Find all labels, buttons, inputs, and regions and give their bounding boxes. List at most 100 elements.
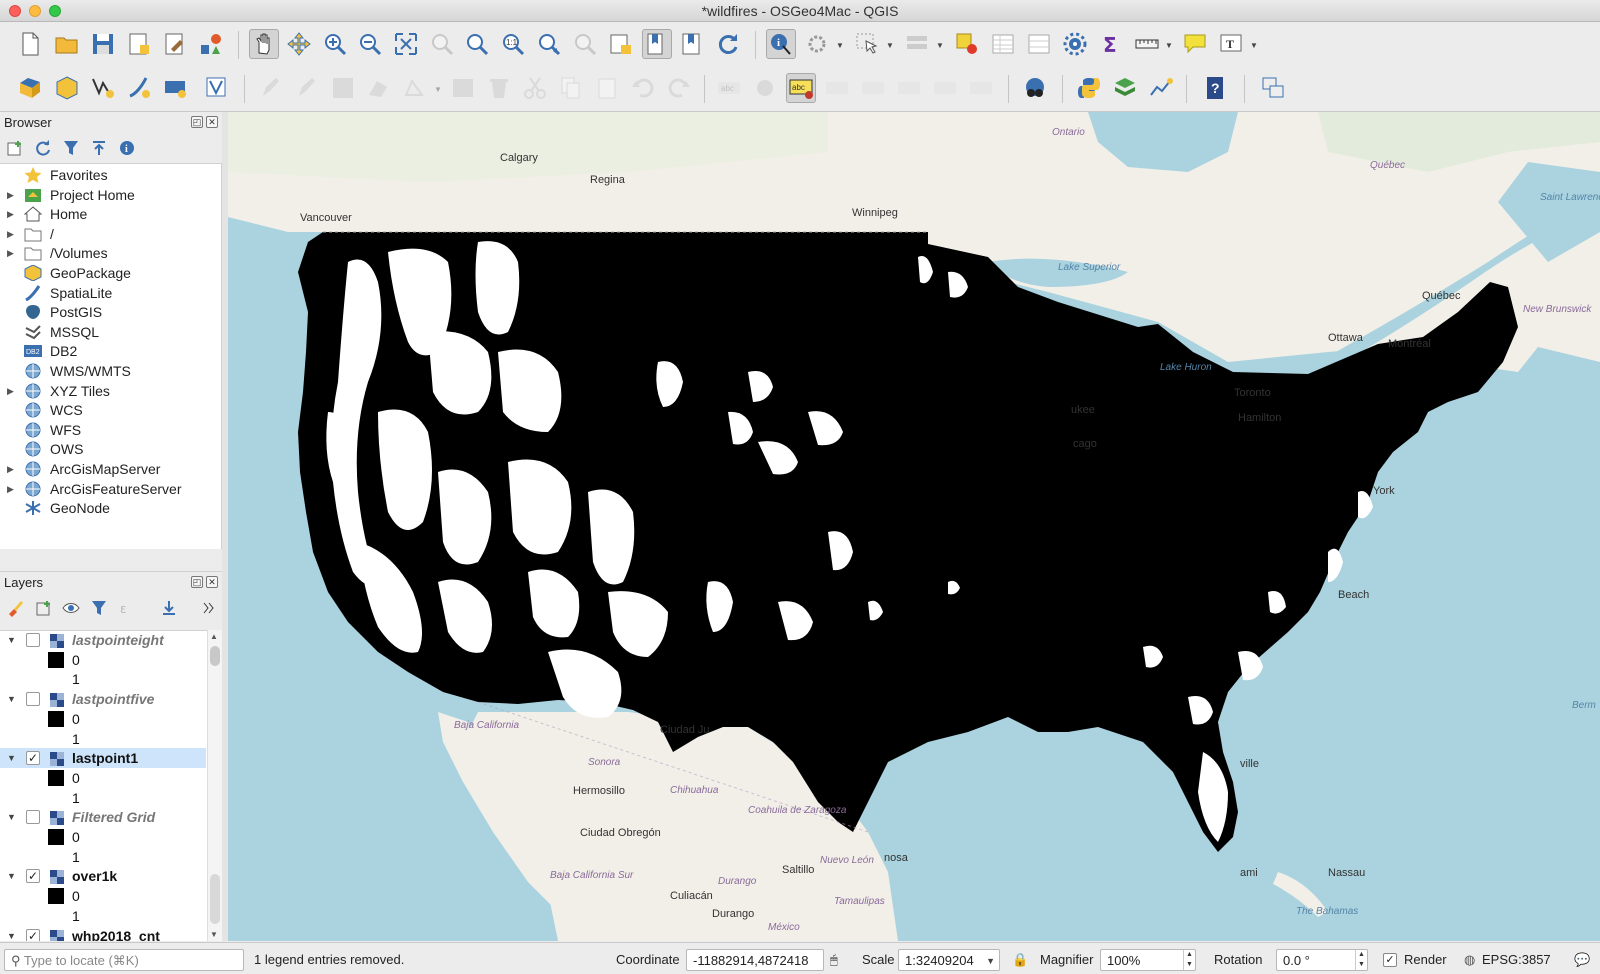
- toolbox-gear-icon[interactable]: [1060, 29, 1090, 59]
- window-close-button[interactable]: [9, 5, 21, 17]
- map-tips-icon[interactable]: [1180, 29, 1210, 59]
- pan-to-selection-icon[interactable]: [284, 29, 314, 59]
- measure-line-icon[interactable]: [1132, 29, 1162, 59]
- manage-map-themes-eye-icon[interactable]: [62, 599, 80, 617]
- render-checkbox[interactable]: ✓: [1383, 953, 1397, 967]
- scroll-up-icon[interactable]: ▲: [210, 632, 218, 641]
- crs-button[interactable]: EPSG:3857: [1482, 949, 1551, 971]
- plugin-layers-icon[interactable]: [1110, 73, 1140, 103]
- new-project-icon[interactable]: [15, 29, 45, 59]
- redo-icon[interactable]: [664, 73, 694, 103]
- layer-item[interactable]: ▼ lastpointfive: [0, 689, 206, 709]
- collapse-arrow-icon[interactable]: ▼: [7, 748, 16, 768]
- new-shapefile-layer-icon[interactable]: [88, 73, 118, 103]
- select-by-value-icon[interactable]: [902, 29, 932, 59]
- layout-manager-icon[interactable]: [160, 29, 190, 59]
- collapse-arrow-icon[interactable]: ▼: [7, 807, 16, 827]
- python-console-icon[interactable]: [1074, 73, 1104, 103]
- window-minimize-button[interactable]: [29, 5, 41, 17]
- data-source-manager-icon[interactable]: [15, 73, 45, 103]
- info-icon[interactable]: i: [118, 139, 136, 157]
- layer-visibility-checkbox[interactable]: ✓: [26, 869, 40, 884]
- identify-features-icon[interactable]: i: [766, 29, 796, 59]
- expand-arrow-icon[interactable]: ▶: [7, 479, 14, 499]
- browser-item[interactable]: ▶ ArcGisFeatureServer: [0, 479, 222, 499]
- browser-item[interactable]: ▶ /: [0, 224, 222, 244]
- close-panel-button[interactable]: ✕: [206, 576, 218, 588]
- pin-unpin-labels-icon[interactable]: [822, 73, 852, 103]
- expand-arrow-icon[interactable]: ▶: [7, 243, 14, 263]
- highlight-pinned-labels-icon[interactable]: abc: [786, 73, 816, 103]
- collapse-arrow-icon[interactable]: ▼: [7, 926, 16, 942]
- new-geopackage-layer-icon[interactable]: [52, 73, 82, 103]
- zoom-native-resolution-icon[interactable]: 1:1: [498, 29, 528, 59]
- modify-attributes-icon[interactable]: [448, 73, 478, 103]
- filter-by-expression-icon[interactable]: ε: [118, 599, 136, 617]
- new-print-layout-icon[interactable]: [124, 29, 154, 59]
- browser-item[interactable]: ▶ XYZ Tiles: [0, 381, 222, 401]
- layer-diagram-options-icon[interactable]: [750, 73, 780, 103]
- more-chevron-icon[interactable]: [200, 599, 218, 617]
- browser-item[interactable]: GeoPackage: [0, 263, 222, 283]
- field-calculator-sigma-icon[interactable]: Σ: [1096, 29, 1126, 59]
- browser-item[interactable]: ▶ Project Home: [0, 185, 222, 205]
- layer-item[interactable]: ▼ Filtered Grid: [0, 807, 206, 827]
- collapse-arrow-icon[interactable]: ▼: [7, 866, 16, 886]
- expand-arrow-icon[interactable]: ▶: [7, 459, 14, 479]
- filter-icon[interactable]: [62, 139, 80, 157]
- show-bookmarks-icon[interactable]: [677, 29, 707, 59]
- refresh-icon[interactable]: [34, 139, 52, 157]
- filter-legend-icon[interactable]: [90, 599, 108, 617]
- text-annotation-icon[interactable]: T: [1216, 29, 1246, 59]
- layers-scrollbar[interactable]: ▲ ▼: [207, 630, 222, 941]
- zoom-next-icon[interactable]: [570, 29, 600, 59]
- messages-icon[interactable]: 💬: [1574, 949, 1590, 971]
- scroll-down-icon[interactable]: ▼: [210, 930, 218, 939]
- style-layer-icon[interactable]: [6, 599, 24, 617]
- layer-item[interactable]: ▼ ✓ over1k: [0, 866, 206, 886]
- new-temporary-layer-icon[interactable]: [202, 73, 232, 103]
- expand-arrow-icon[interactable]: ▶: [7, 185, 14, 205]
- help-icon[interactable]: ?: [1200, 73, 1230, 103]
- browser-item[interactable]: SpatiaLite: [0, 283, 222, 303]
- coordinate-field[interactable]: -11882914,4872418: [686, 949, 824, 971]
- browser-item[interactable]: PostGIS: [0, 302, 222, 322]
- layer-visibility-checkbox[interactable]: [26, 692, 40, 707]
- collapse-arrow-icon[interactable]: ▼: [7, 631, 16, 650]
- spin-arrows-icon[interactable]: ▲ ▼: [1355, 950, 1367, 970]
- close-panel-button[interactable]: ✕: [206, 116, 218, 128]
- actions-icon[interactable]: [802, 29, 832, 59]
- profile-tool-icon[interactable]: [1146, 73, 1176, 103]
- show-hide-labels-icon[interactable]: [858, 73, 888, 103]
- undo-icon[interactable]: [628, 73, 658, 103]
- layer-visibility-checkbox[interactable]: ✓: [26, 751, 40, 766]
- browser-item[interactable]: GeoNode: [0, 498, 222, 518]
- open-project-icon[interactable]: [52, 29, 82, 59]
- rotation-spinbox[interactable]: 0.0 ° ▲ ▼: [1276, 949, 1368, 971]
- save-edits-icon[interactable]: [328, 73, 358, 103]
- expand-arrow-icon[interactable]: ▶: [7, 204, 14, 224]
- float-panel-button[interactable]: ◰: [191, 116, 203, 128]
- map-canvas[interactable]: Calgary Regina Winnipeg Vancouver Ontario Qué…: [228, 112, 1600, 941]
- add-feature-icon[interactable]: [364, 73, 394, 103]
- layer-visibility-checkbox[interactable]: [26, 633, 40, 647]
- vertex-tool-icon[interactable]: [400, 73, 430, 103]
- layer-visibility-checkbox[interactable]: ✓: [26, 928, 40, 941]
- add-selected-layers-icon[interactable]: [6, 139, 24, 157]
- zoom-in-icon[interactable]: [320, 29, 350, 59]
- new-bookmark-icon[interactable]: [642, 29, 672, 59]
- expand-arrow-icon[interactable]: ▶: [7, 381, 14, 401]
- add-group-icon[interactable]: [34, 599, 52, 617]
- change-label-icon[interactable]: [966, 73, 996, 103]
- move-label-icon[interactable]: [894, 73, 924, 103]
- layer-item[interactable]: ▼ ✓ whp2018_cnt: [0, 926, 206, 942]
- deselect-all-icon[interactable]: [952, 29, 982, 59]
- browser-item[interactable]: ▶ Home: [0, 204, 222, 224]
- spin-arrows-icon[interactable]: ▲ ▼: [1183, 950, 1195, 970]
- layer-visibility-checkbox[interactable]: [26, 810, 40, 825]
- copy-features-icon[interactable]: [556, 73, 586, 103]
- zoom-out-icon[interactable]: [355, 29, 385, 59]
- save-project-icon[interactable]: [88, 29, 118, 59]
- browser-item[interactable]: WCS: [0, 400, 222, 420]
- window-maximize-button[interactable]: [49, 5, 61, 17]
